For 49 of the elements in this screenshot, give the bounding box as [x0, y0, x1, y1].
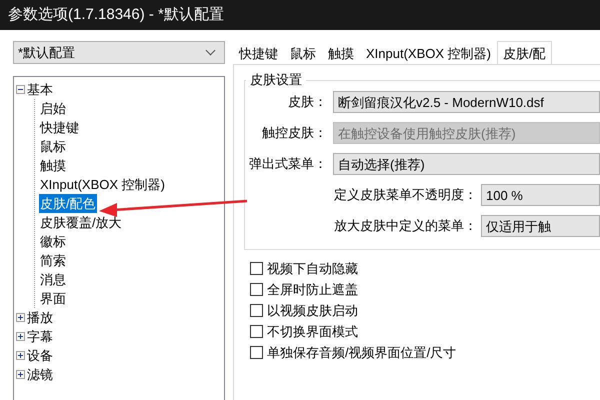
- tree-item[interactable]: 启始: [39, 98, 67, 118]
- tab[interactable]: XInput(XBOX 控制器): [360, 41, 497, 64]
- tree-item[interactable]: 设备: [26, 346, 54, 366]
- tree-item[interactable]: 滤镜: [26, 364, 54, 384]
- tree-item[interactable]: 字幕: [26, 326, 54, 346]
- dropdown-field[interactable]: 100 %: [481, 184, 600, 206]
- checkbox[interactable]: [250, 262, 263, 275]
- checkbox-label: 单独保存音频/视频界面位置/尺寸: [267, 344, 456, 362]
- tree-item[interactable]: 界面: [39, 288, 67, 308]
- field-label: 放大皮肤中定义的菜单：: [333, 217, 477, 236]
- collapse-icon[interactable]: [16, 85, 25, 94]
- field-label: 定义皮肤菜单不透明度：: [333, 186, 477, 204]
- field-label: 弹出式菜单：: [248, 155, 327, 174]
- expand-icon[interactable]: [16, 370, 25, 379]
- checkbox[interactable]: [250, 325, 263, 338]
- tab[interactable]: 鼠标: [284, 41, 322, 64]
- checkbox-label: 以视频皮肤启动: [267, 302, 358, 320]
- tree-item[interactable]: 皮肤/配色: [39, 194, 97, 214]
- tab[interactable]: 皮肤/配: [496, 41, 552, 64]
- profile-dropdown[interactable]: *默认配置: [13, 41, 225, 64]
- group-title: 皮肤设置: [246, 72, 306, 87]
- dropdown-field[interactable]: 仅适用于触: [481, 215, 600, 237]
- checkbox[interactable]: [250, 346, 263, 359]
- field-label: 触控皮肤：: [261, 124, 327, 142]
- tree-item[interactable]: XInput(XBOX 控制器): [39, 174, 166, 194]
- tree-item[interactable]: 触摸: [39, 156, 67, 176]
- window-title: 参数选项(1.7.18346) - *默认配置: [0, 0, 600, 30]
- dropdown-field[interactable]: 断剑留痕汉化v2.5 - ModernW10.dsf: [333, 91, 600, 113]
- expand-icon[interactable]: [16, 313, 25, 322]
- tab[interactable]: 快捷键: [233, 41, 284, 64]
- tree-item[interactable]: 快捷键: [39, 118, 80, 138]
- checkbox[interactable]: [250, 283, 263, 296]
- tree-item[interactable]: 消息: [39, 270, 67, 290]
- field-label: 皮肤：: [287, 93, 327, 112]
- tree-item[interactable]: 鼠标: [39, 136, 67, 156]
- tree-item[interactable]: 徽标: [39, 232, 67, 252]
- checkbox-label: 视频下自动隐藏: [267, 260, 358, 278]
- checkbox-label: 不切换界面模式: [267, 322, 358, 341]
- tree-item[interactable]: 皮肤覆盖/放大: [39, 212, 123, 232]
- tree-item[interactable]: 基本: [26, 80, 54, 100]
- tab[interactable]: 触摸: [322, 41, 360, 64]
- checkbox[interactable]: [250, 304, 263, 317]
- dropdown-field: 在触控设备使用触控皮肤(推荐): [333, 122, 600, 144]
- dropdown-field[interactable]: 自动选择(推荐): [333, 153, 600, 175]
- expand-icon[interactable]: [16, 351, 25, 360]
- tree-item[interactable]: 简索: [39, 250, 67, 270]
- tree-item[interactable]: 播放: [26, 308, 54, 328]
- checkbox-label: 全屏时防止遮盖: [267, 280, 358, 299]
- expand-icon[interactable]: [16, 332, 25, 341]
